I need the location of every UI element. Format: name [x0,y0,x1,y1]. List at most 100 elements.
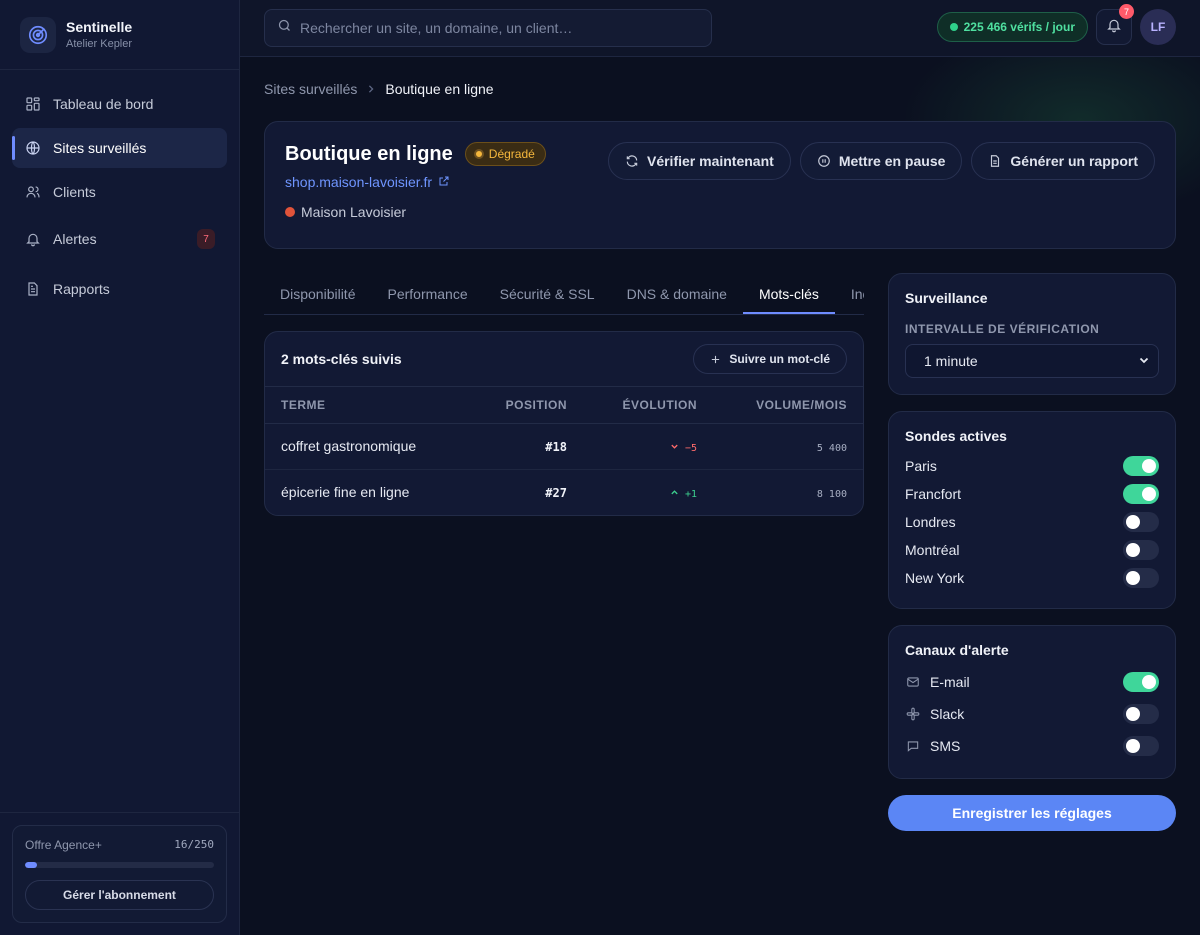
radar-logo-icon [20,16,56,53]
tab-performance[interactable]: Performance [371,273,483,314]
channel-toggle-sms[interactable] [1123,736,1159,756]
channel-toggle-email[interactable] [1123,672,1159,692]
pause-button[interactable]: Mettre en pause [799,142,963,180]
sidebar-item-label: Alertes [53,231,97,247]
globe-icon [24,139,42,157]
table-row[interactable]: coffret gastronomique #18 −5 5 400 [265,423,863,470]
sidebar-item-label: Rapports [53,281,110,297]
keyword-position: #18 [545,440,567,454]
probe-toggle-new-york[interactable] [1123,568,1159,588]
probe-label: Francfort [905,486,962,502]
breadcrumb: Sites surveillés Boutique en ligne [264,57,1176,121]
tab-keywords[interactable]: Mots-clés [742,273,835,314]
probe-toggle-montreal[interactable] [1123,540,1159,560]
refresh-icon [625,154,639,168]
plan-card: Offre Agence+ 16/250 Gérer l'abonnement [12,825,227,923]
column-position[interactable]: POSITION [469,387,583,424]
probe-row-londres: Londres [905,508,1159,536]
keywords-card: 2 mots-clés suivis Suivre un mot-clé TER… [264,331,864,516]
probe-toggle-londres[interactable] [1123,512,1159,532]
probe-row-paris: Paris [905,452,1159,480]
alert-channels-title: Canaux d'alerte [905,642,1009,658]
tab-incidents[interactable]: Incidents [835,273,864,314]
channel-label: SMS [930,738,961,754]
document-icon [24,280,42,298]
probe-row-francfort: Francfort [905,480,1159,508]
site-url-text: shop.maison-lavoisier.fr [285,174,433,190]
sidebar-item-reports[interactable]: Rapports [12,266,227,312]
interval-label: INTERVALLE DE VÉRIFICATION [905,322,1100,336]
search-input[interactable] [300,20,680,36]
checks-per-day-pill: 225 466 vérifs / jour [936,12,1088,42]
generate-report-button[interactable]: Générer un rapport [971,142,1155,180]
sidebar-item-clients[interactable]: Clients [12,172,227,212]
tab-security-ssl[interactable]: Sécurité & SSL [484,273,611,314]
plus-icon [710,354,721,365]
interval-select[interactable]: 1 minute [905,344,1159,378]
site-client[interactable]: Maison Lavoisier [285,204,1155,220]
channel-label: E-mail [930,674,970,690]
chevron-down-icon [671,444,678,449]
probe-label: Londres [905,514,956,530]
brand-name: Sentinelle [66,19,133,35]
notifications-button[interactable]: 7 [1096,4,1134,45]
monitoring-panel: Surveillance INTERVALLE DE VÉRIFICATION … [888,273,1176,395]
sidebar-item-label: Tableau de bord [53,96,154,112]
warning-dot-icon [473,149,484,159]
probe-label: New York [905,570,965,586]
sidebar-item-sites[interactable]: Sites surveillés [12,128,227,168]
column-volume[interactable]: VOLUME/MOIS [713,387,863,424]
sidebar-item-alerts[interactable]: Alertes 7 [12,216,227,262]
live-status-dot [949,23,958,31]
bell-icon [1106,17,1122,38]
plan-name: Offre Agence+ [25,838,102,852]
probe-label: Paris [905,458,937,474]
keyword-term: épicerie fine en ligne [281,484,410,501]
probe-row-montreal: Montréal [905,536,1159,564]
client-name: Maison Lavoisier [301,204,407,220]
channel-row-sms: SMS [905,730,1159,762]
tab-dns-domain[interactable]: DNS & domaine [611,273,743,314]
monitoring-title: Surveillance [905,290,988,306]
slack-icon [905,707,921,721]
column-term[interactable]: TERME [265,387,470,424]
status-label: Dégradé [488,147,535,161]
column-evolution[interactable]: ÉVOLUTION [582,387,713,424]
keyword-volume: 5 400 [816,443,847,454]
channel-row-slack: Slack [905,698,1159,730]
verify-now-button[interactable]: Vérifier maintenant [607,142,791,180]
plan-usage-fill [25,862,38,868]
probe-toggle-francfort[interactable] [1123,484,1159,504]
plan-section: Offre Agence+ 16/250 Gérer l'abonnement [0,812,239,935]
status-badge: Dégradé [464,142,546,166]
notifications-count-badge: 7 [1119,4,1134,19]
keywords-table: TERME POSITION ÉVOLUTION VOLUME/MOIS cof… [265,387,863,515]
table-row[interactable]: épicerie fine en ligne #27 +1 8 100 [265,469,863,515]
follow-keyword-label: Suivre un mot-clé [729,352,830,366]
save-settings-button[interactable]: Enregistrer les réglages [888,795,1176,831]
alerts-count-badge: 7 [197,229,215,249]
search-box[interactable] [264,9,712,47]
probe-label: Montréal [905,542,960,558]
tab-availability[interactable]: Disponibilité [264,273,371,314]
topbar: 225 466 vérifs / jour 7 LF [240,0,1200,57]
manage-subscription-button[interactable]: Gérer l'abonnement [25,880,214,910]
external-link-icon [438,174,450,190]
report-icon [988,154,1002,168]
keyword-evolution: −5 [670,443,697,454]
channel-toggle-slack[interactable] [1123,704,1159,724]
follow-keyword-button[interactable]: Suivre un mot-clé [693,344,847,374]
user-avatar[interactable]: LF [1140,9,1176,45]
plan-usage-bar [25,862,214,868]
client-color-dot [285,207,295,217]
probes-panel: Sondes actives Paris Francfort Londres M… [888,411,1176,609]
sidebar-item-dashboard[interactable]: Tableau de bord [12,84,227,124]
probe-row-new-york: New York [905,564,1159,592]
chat-icon [905,739,921,753]
bell-icon [24,230,42,248]
breadcrumb-parent-link[interactable]: Sites surveillés [264,81,357,97]
brand[interactable]: Sentinelle Atelier Kepler [0,0,239,70]
site-tabs: Disponibilité Performance Sécurité & SSL… [264,273,864,315]
keyword-position: #27 [545,486,567,501]
probe-toggle-paris[interactable] [1123,456,1159,476]
